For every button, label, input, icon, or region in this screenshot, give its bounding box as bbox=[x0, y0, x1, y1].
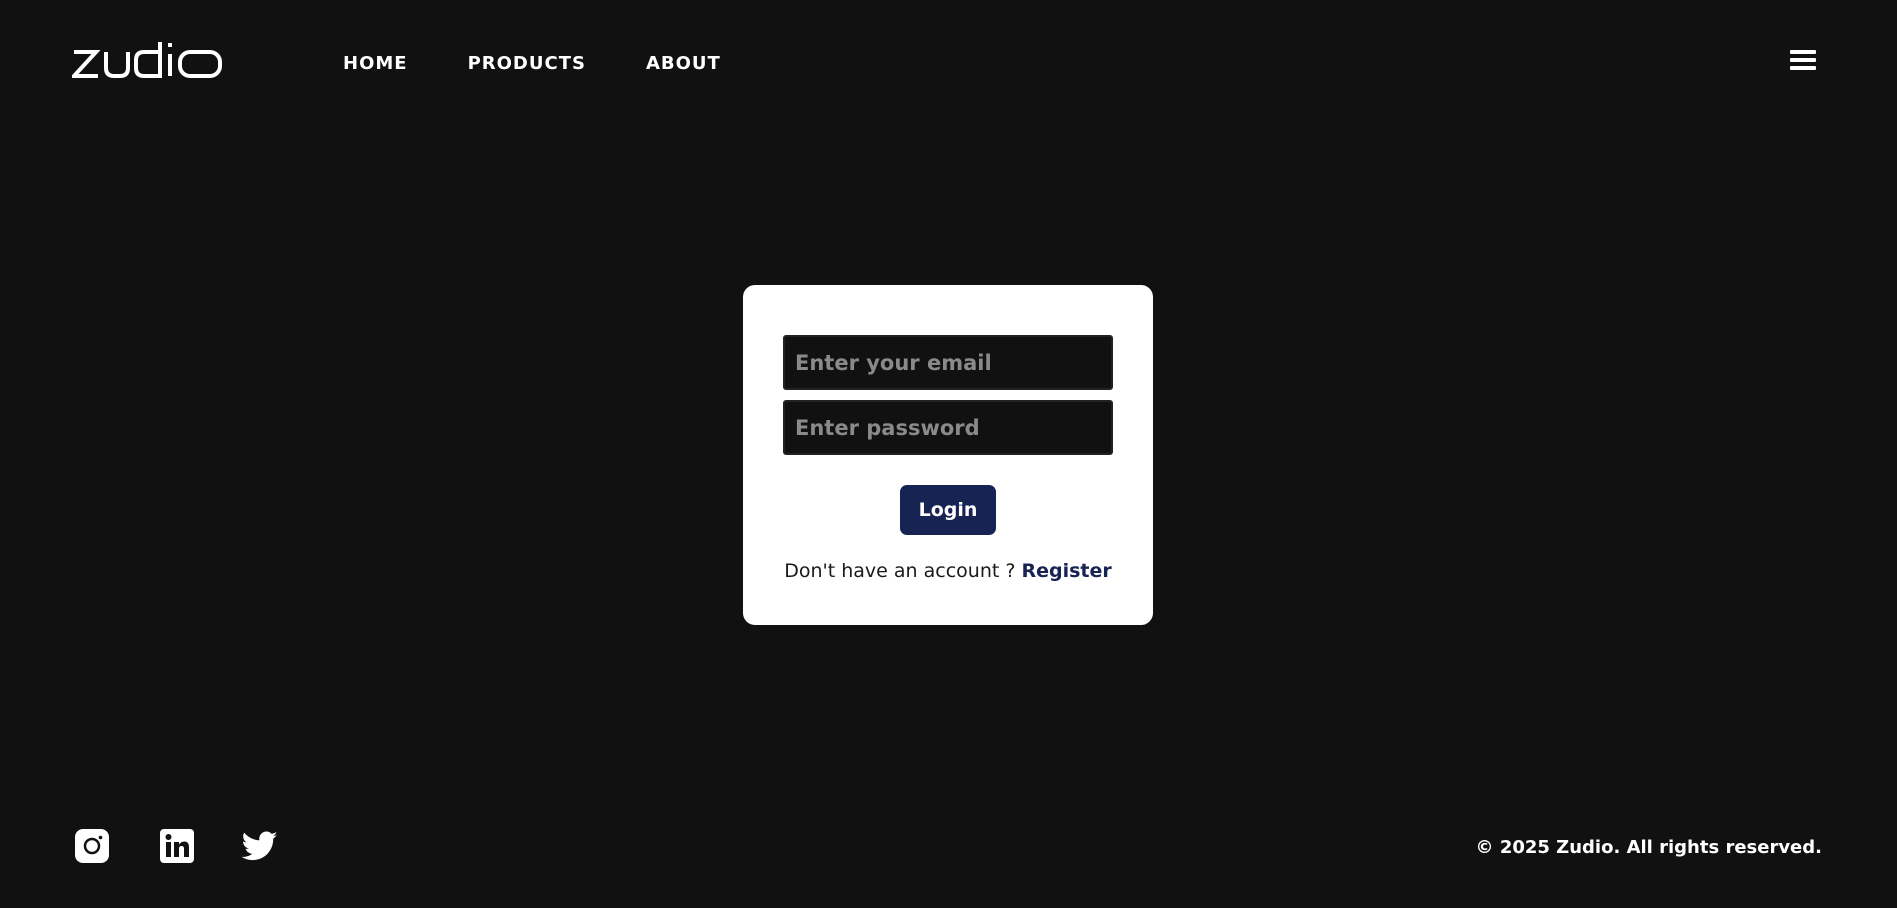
zudio-logo[interactable] bbox=[72, 40, 224, 80]
email-input[interactable] bbox=[783, 335, 1113, 390]
menu-bar bbox=[1790, 66, 1816, 70]
register-link[interactable]: Register bbox=[1021, 560, 1111, 582]
nav-home-link[interactable]: HOME bbox=[343, 52, 408, 76]
nav-products-link[interactable]: PRODUCTS bbox=[468, 52, 586, 76]
linkedin-icon[interactable] bbox=[159, 828, 195, 864]
page: HOME PRODUCTS ABOUT Login Don't have an … bbox=[0, 0, 1897, 908]
menu-bar bbox=[1790, 50, 1816, 54]
register-prompt: Don't have an account ? bbox=[784, 560, 1016, 582]
zudio-logo-icon bbox=[72, 42, 222, 78]
hamburger-menu-icon[interactable] bbox=[1790, 50, 1816, 74]
login-card: Login Don't have an account ? Register bbox=[743, 285, 1153, 625]
menu-bar bbox=[1790, 58, 1816, 62]
password-input[interactable] bbox=[783, 400, 1113, 455]
instagram-icon[interactable] bbox=[74, 828, 110, 864]
register-row: Don't have an account ? Register bbox=[743, 558, 1153, 584]
main-nav: HOME PRODUCTS ABOUT bbox=[343, 52, 781, 76]
twitter-icon[interactable] bbox=[241, 828, 278, 864]
site-header: HOME PRODUCTS ABOUT bbox=[0, 0, 1897, 130]
linkedin-icon-graphic bbox=[160, 829, 194, 863]
nav-about-link[interactable]: ABOUT bbox=[646, 52, 721, 76]
copyright-text: © 2025 Zudio. All rights reserved. bbox=[1475, 837, 1822, 858]
instagram-icon-graphic bbox=[75, 829, 109, 863]
login-button[interactable]: Login bbox=[900, 485, 996, 535]
twitter-icon-graphic bbox=[241, 831, 278, 861]
